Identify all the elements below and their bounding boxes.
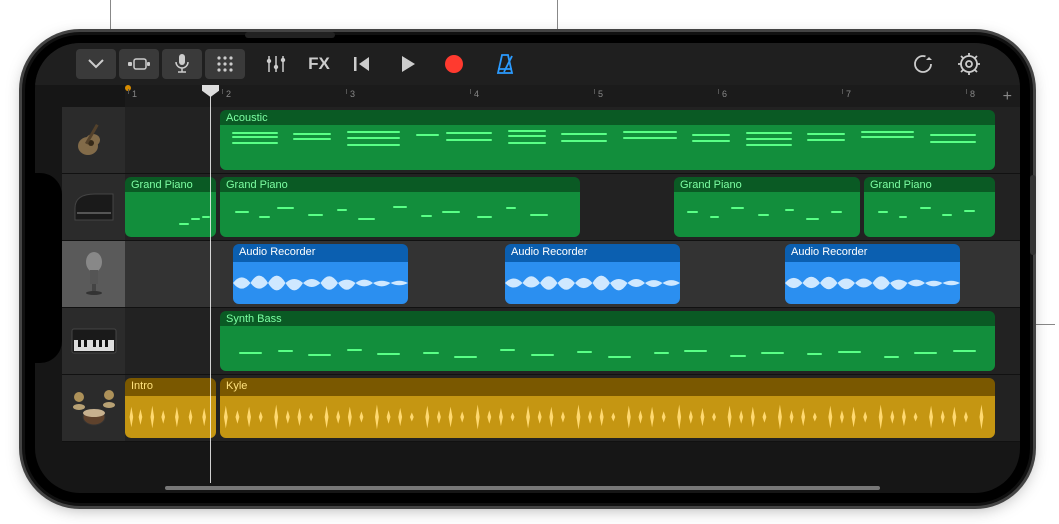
- midi-notes: [224, 329, 991, 368]
- loop-icon: [912, 53, 934, 75]
- region-label: Grand Piano: [870, 179, 989, 191]
- keyboard-icon: [71, 328, 117, 354]
- region-label: Audio Recorder: [791, 246, 954, 258]
- region-drummer[interactable]: Kyle: [220, 378, 995, 438]
- phone-side-button: [1030, 175, 1036, 255]
- fx-label: FX: [308, 54, 330, 74]
- track-header-microphone[interactable]: [62, 241, 125, 308]
- region-midi[interactable]: Synth Bass: [220, 311, 995, 371]
- playhead[interactable]: [210, 85, 211, 483]
- menu-button[interactable]: [76, 49, 116, 79]
- ruler-bar: 3: [346, 89, 355, 94]
- rewind-icon: [353, 55, 371, 73]
- grid-icon: [216, 55, 234, 73]
- chevron-down-icon: [88, 59, 104, 69]
- region-midi[interactable]: Grand Piano: [220, 177, 580, 237]
- record-icon: [444, 54, 464, 74]
- waveform: [125, 400, 216, 434]
- record-button[interactable]: [433, 47, 475, 81]
- track-row[interactable]: Intro Kyle: [125, 375, 1020, 442]
- region-audio[interactable]: Audio Recorder: [785, 244, 960, 304]
- ruler-bar: 8: [966, 89, 975, 94]
- midi-notes: [224, 128, 991, 167]
- loop-button[interactable]: [902, 47, 944, 81]
- piano-icon: [73, 190, 115, 224]
- mic-icon: [175, 54, 189, 74]
- track-header-guitar[interactable]: [62, 107, 125, 174]
- waveform: [233, 266, 408, 300]
- region-audio[interactable]: Audio Recorder: [505, 244, 680, 304]
- region-label: Synth Bass: [226, 313, 989, 325]
- region-label: Grand Piano: [226, 179, 574, 191]
- ruler-bar: 5: [594, 89, 603, 94]
- fx-button[interactable]: FX: [301, 47, 337, 81]
- region-label: Acoustic: [226, 112, 989, 124]
- tracks-view-icon: [128, 57, 150, 71]
- go-to-beginning-button[interactable]: [341, 47, 383, 81]
- track-row[interactable]: Grand Piano Grand Piano Grand Piano: [125, 174, 1020, 241]
- region-label: Audio Recorder: [239, 246, 402, 258]
- loop-browser-button[interactable]: [205, 49, 245, 79]
- add-section-button[interactable]: +: [1003, 88, 1012, 106]
- ruler-bar: 2: [222, 89, 231, 94]
- region-drummer[interactable]: Intro: [125, 378, 216, 438]
- control-bar: FX: [35, 43, 1020, 85]
- region-audio[interactable]: Audio Recorder: [233, 244, 408, 304]
- phone-device-frame: FX: [25, 35, 1030, 503]
- metronome-icon: [495, 53, 515, 75]
- play-button[interactable]: [387, 47, 429, 81]
- midi-notes: [224, 195, 576, 234]
- ruler-bar: 7: [842, 89, 851, 94]
- tracks-area[interactable]: Acoustic: [125, 107, 1020, 483]
- microphone-icon: [80, 252, 108, 296]
- metronome-button[interactable]: [484, 47, 526, 81]
- phone-top-button: [245, 32, 335, 38]
- scrollbar-thumb[interactable]: [165, 486, 880, 490]
- region-label: Grand Piano: [131, 179, 210, 191]
- track-row[interactable]: Audio Recorder Audio Recorder Audio Reco…: [125, 241, 1020, 308]
- settings-button[interactable]: [948, 47, 990, 81]
- ruler-bar: 6: [718, 89, 727, 94]
- region-midi[interactable]: Grand Piano: [674, 177, 860, 237]
- track-controls-button[interactable]: [255, 47, 297, 81]
- region-label: Audio Recorder: [511, 246, 674, 258]
- track-headers: [62, 107, 125, 483]
- horizontal-scrollbar[interactable]: [165, 486, 880, 490]
- gear-icon: [958, 53, 980, 75]
- region-label: Kyle: [226, 380, 989, 392]
- region-midi[interactable]: Grand Piano: [125, 177, 216, 237]
- ruler-bar: 4: [470, 89, 479, 94]
- region-midi[interactable]: Acoustic: [220, 110, 995, 170]
- play-icon: [400, 55, 416, 73]
- track-row[interactable]: Synth Bass: [125, 308, 1020, 375]
- region-label: Grand Piano: [680, 179, 854, 191]
- phone-notch: [35, 173, 62, 363]
- track-row[interactable]: Acoustic: [125, 107, 1020, 174]
- track-header-drums[interactable]: [62, 375, 125, 442]
- midi-notes: [129, 195, 212, 234]
- region-midi[interactable]: Grand Piano: [864, 177, 995, 237]
- waveform: [505, 266, 680, 300]
- mixer-icon: [265, 55, 287, 73]
- track-header-keyboard[interactable]: [62, 308, 125, 375]
- guitar-icon: [74, 120, 114, 160]
- tracks-view-button[interactable]: [119, 49, 159, 79]
- region-label: Intro: [131, 380, 210, 392]
- track-header-piano[interactable]: [62, 174, 125, 241]
- midi-notes: [868, 195, 991, 234]
- ruler-bar: 1: [128, 89, 137, 94]
- nav-group: [75, 49, 246, 79]
- waveform: [785, 266, 960, 300]
- drums-icon: [71, 389, 117, 427]
- ruler[interactable]: 1 2 3 4 5 6 7 8 +: [125, 85, 1020, 107]
- app-screen: FX: [35, 43, 1020, 493]
- waveform: [220, 400, 995, 434]
- midi-notes: [678, 195, 856, 234]
- instrument-button[interactable]: [162, 49, 202, 79]
